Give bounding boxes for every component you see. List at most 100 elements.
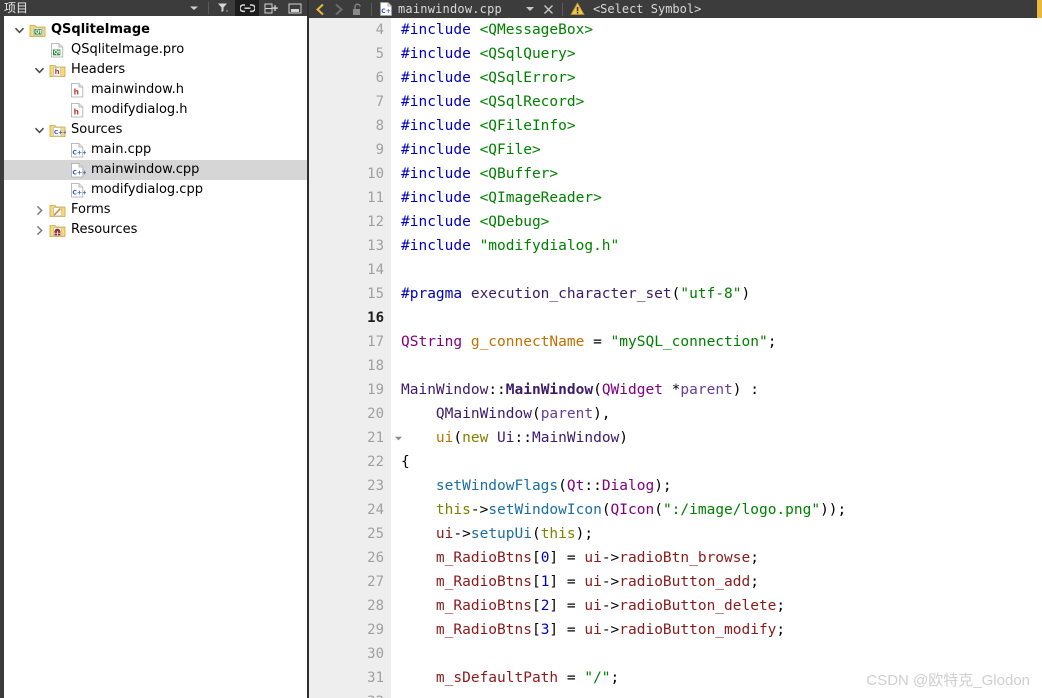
code-line[interactable]: ui(new Ui::MainWindow) — [391, 426, 1042, 450]
code-text[interactable]: #include <QMessageBox> #include <QSqlQuer… — [391, 18, 1042, 698]
code-line[interactable]: #include <QSqlRecord> — [391, 90, 1042, 114]
code-line[interactable]: m_RadioBtns[3] = ui->radioButton_modify; — [391, 618, 1042, 642]
code-token: )); — [820, 502, 847, 518]
panel-toolbar — [182, 0, 307, 16]
cpp-file-icon: C++ — [68, 181, 86, 199]
tree-item-qsqliteimage-pro[interactable]: Qt QSqliteImage.pro — [4, 40, 307, 60]
code-token: m_RadioBtns — [435, 550, 532, 566]
code-token: Qt — [566, 478, 585, 494]
line-number: 9 — [375, 142, 384, 158]
code-line[interactable]: #include <QSqlQuery> — [391, 42, 1042, 66]
code-line[interactable] — [391, 354, 1042, 378]
code-line[interactable]: #include "modifydialog.h" — [391, 234, 1042, 258]
tree-item-main-cpp[interactable]: C++ main.cpp — [4, 140, 307, 160]
tree-item-label: Forms — [71, 202, 111, 217]
tree-item-headers[interactable]: h Headers — [4, 60, 307, 80]
chevron-right-icon[interactable] — [329, 0, 347, 18]
code-line[interactable]: #include <QImageReader> — [391, 186, 1042, 210]
sources-folder-icon: C++ — [48, 121, 66, 139]
code-line[interactable] — [391, 306, 1042, 330]
code-line[interactable]: #include <QDebug> — [391, 210, 1042, 234]
code-token: this — [435, 502, 471, 518]
tree-item-modifydialog-h[interactable]: h modifydialog.h — [4, 100, 307, 120]
code-token: ( — [531, 526, 541, 542]
code-token: <QSqlRecord> — [479, 94, 585, 110]
close-icon[interactable] — [540, 0, 558, 18]
filter-icon[interactable] — [211, 0, 235, 16]
tree-item-label: Sources — [71, 122, 123, 137]
code-token: -> — [601, 622, 620, 638]
code-token: ); — [575, 526, 594, 542]
code-line[interactable]: #include <QBuffer> — [391, 162, 1042, 186]
code-line[interactable] — [391, 642, 1042, 666]
split-add-icon[interactable] — [259, 0, 283, 16]
tree-item-mainwindow-h[interactable]: h mainwindow.h — [4, 80, 307, 100]
chevron-down-icon[interactable] — [10, 20, 28, 40]
chevron-down-icon[interactable] — [30, 120, 48, 140]
code-line[interactable]: #pragma execution_character_set("utf-8") — [391, 282, 1042, 306]
code-line[interactable]: { — [391, 450, 1042, 474]
link-with-editor-icon[interactable] — [235, 0, 259, 16]
filter-dropdown-icon[interactable] — [182, 0, 206, 16]
code-line[interactable]: #include <QFileInfo> — [391, 114, 1042, 138]
symbol-selector[interactable]: <Select Symbol> — [593, 0, 701, 18]
line-number: 21 — [309, 426, 402, 450]
code-token: <QSqlQuery> — [479, 46, 576, 62]
chevron-right-icon[interactable] — [30, 200, 48, 220]
chevron-left-icon[interactable] — [311, 0, 329, 18]
code-line[interactable]: ui->setupUi(this); — [391, 522, 1042, 546]
line-number: 17 — [367, 334, 384, 350]
unlocked-padlock-icon[interactable] — [347, 0, 367, 18]
resources-folder-icon — [48, 221, 66, 239]
code-token: <QBuffer> — [479, 166, 559, 182]
code-line[interactable]: QString g_connectName = "mySQL_connectio… — [391, 330, 1042, 354]
code-token: <QImageReader> — [479, 190, 602, 206]
close-panel-icon[interactable] — [283, 0, 307, 16]
code-line[interactable]: this->setWindowIcon(QIcon(":/image/logo.… — [391, 498, 1042, 522]
panel-title: 项目 — [4, 1, 29, 15]
tree-item-forms[interactable]: Forms — [4, 200, 307, 220]
tab-filename[interactable]: mainwindow.cpp — [398, 0, 502, 18]
editor-pane: C++ mainwindow.cpp <Select Symbol> — [309, 0, 1042, 698]
code-token: Ui — [497, 430, 515, 446]
tree-item-label: modifydialog.h — [91, 102, 188, 117]
tree-item-resources[interactable]: Resources — [4, 220, 307, 240]
code-line[interactable]: m_RadioBtns[0] = ui->radioBtn_browse; — [391, 546, 1042, 570]
code-line[interactable] — [391, 690, 1042, 698]
chevron-down-icon[interactable] — [520, 0, 540, 18]
chevron-right-icon[interactable] — [30, 220, 48, 240]
tree-item-modifydialog-cpp[interactable]: C++ modifydialog.cpp — [4, 180, 307, 200]
code-line[interactable]: MainWindow::MainWindow(QWidget *parent) … — [391, 378, 1042, 402]
tree-item-mainwindow-cpp[interactable]: C++ mainwindow.cpp — [4, 160, 307, 180]
code-token: ui — [584, 598, 602, 614]
line-number: 5 — [375, 46, 384, 62]
project-tree[interactable]: Qt QSqliteImage Qt QSqliteImage.pro h Headers… — [4, 16, 307, 698]
code-line[interactable]: #include <QMessageBox> — [391, 18, 1042, 42]
code-token: setWindowIcon — [488, 502, 602, 518]
code-line[interactable]: #include <QFile> — [391, 138, 1042, 162]
code-token: ; — [610, 670, 620, 686]
code-token: <QDebug> — [479, 214, 550, 230]
qt-project-folder-icon: Qt — [28, 21, 46, 39]
code-token: ; — [767, 334, 777, 350]
code-editor[interactable]: 4 5 6 7 8 9 10 11 12 13 14 15 16 17 18 19 20 21 22 23 24 25 26… — [309, 18, 1042, 698]
h-file-icon: h — [68, 81, 86, 99]
chevron-down-icon[interactable] — [30, 60, 48, 80]
code-line[interactable] — [391, 258, 1042, 282]
code-line[interactable]: setWindowFlags(Qt::Dialog); — [391, 474, 1042, 498]
tree-item-sources[interactable]: C++ Sources — [4, 120, 307, 140]
code-line[interactable]: m_RadioBtns[1] = ui->radioButton_add; — [391, 570, 1042, 594]
warning-triangle-icon[interactable] — [567, 0, 589, 18]
code-line[interactable]: #include <QSqlError> — [391, 66, 1042, 90]
code-line[interactable]: m_RadioBtns[2] = ui->radioButton_delete; — [391, 594, 1042, 618]
tree-item-qsqliteimage[interactable]: Qt QSqliteImage — [4, 20, 307, 40]
code-token: g_connectName — [470, 334, 585, 350]
code-token: ui — [584, 550, 602, 566]
line-number: 30 — [367, 646, 384, 662]
code-line[interactable]: QMainWindow(parent), — [391, 402, 1042, 426]
